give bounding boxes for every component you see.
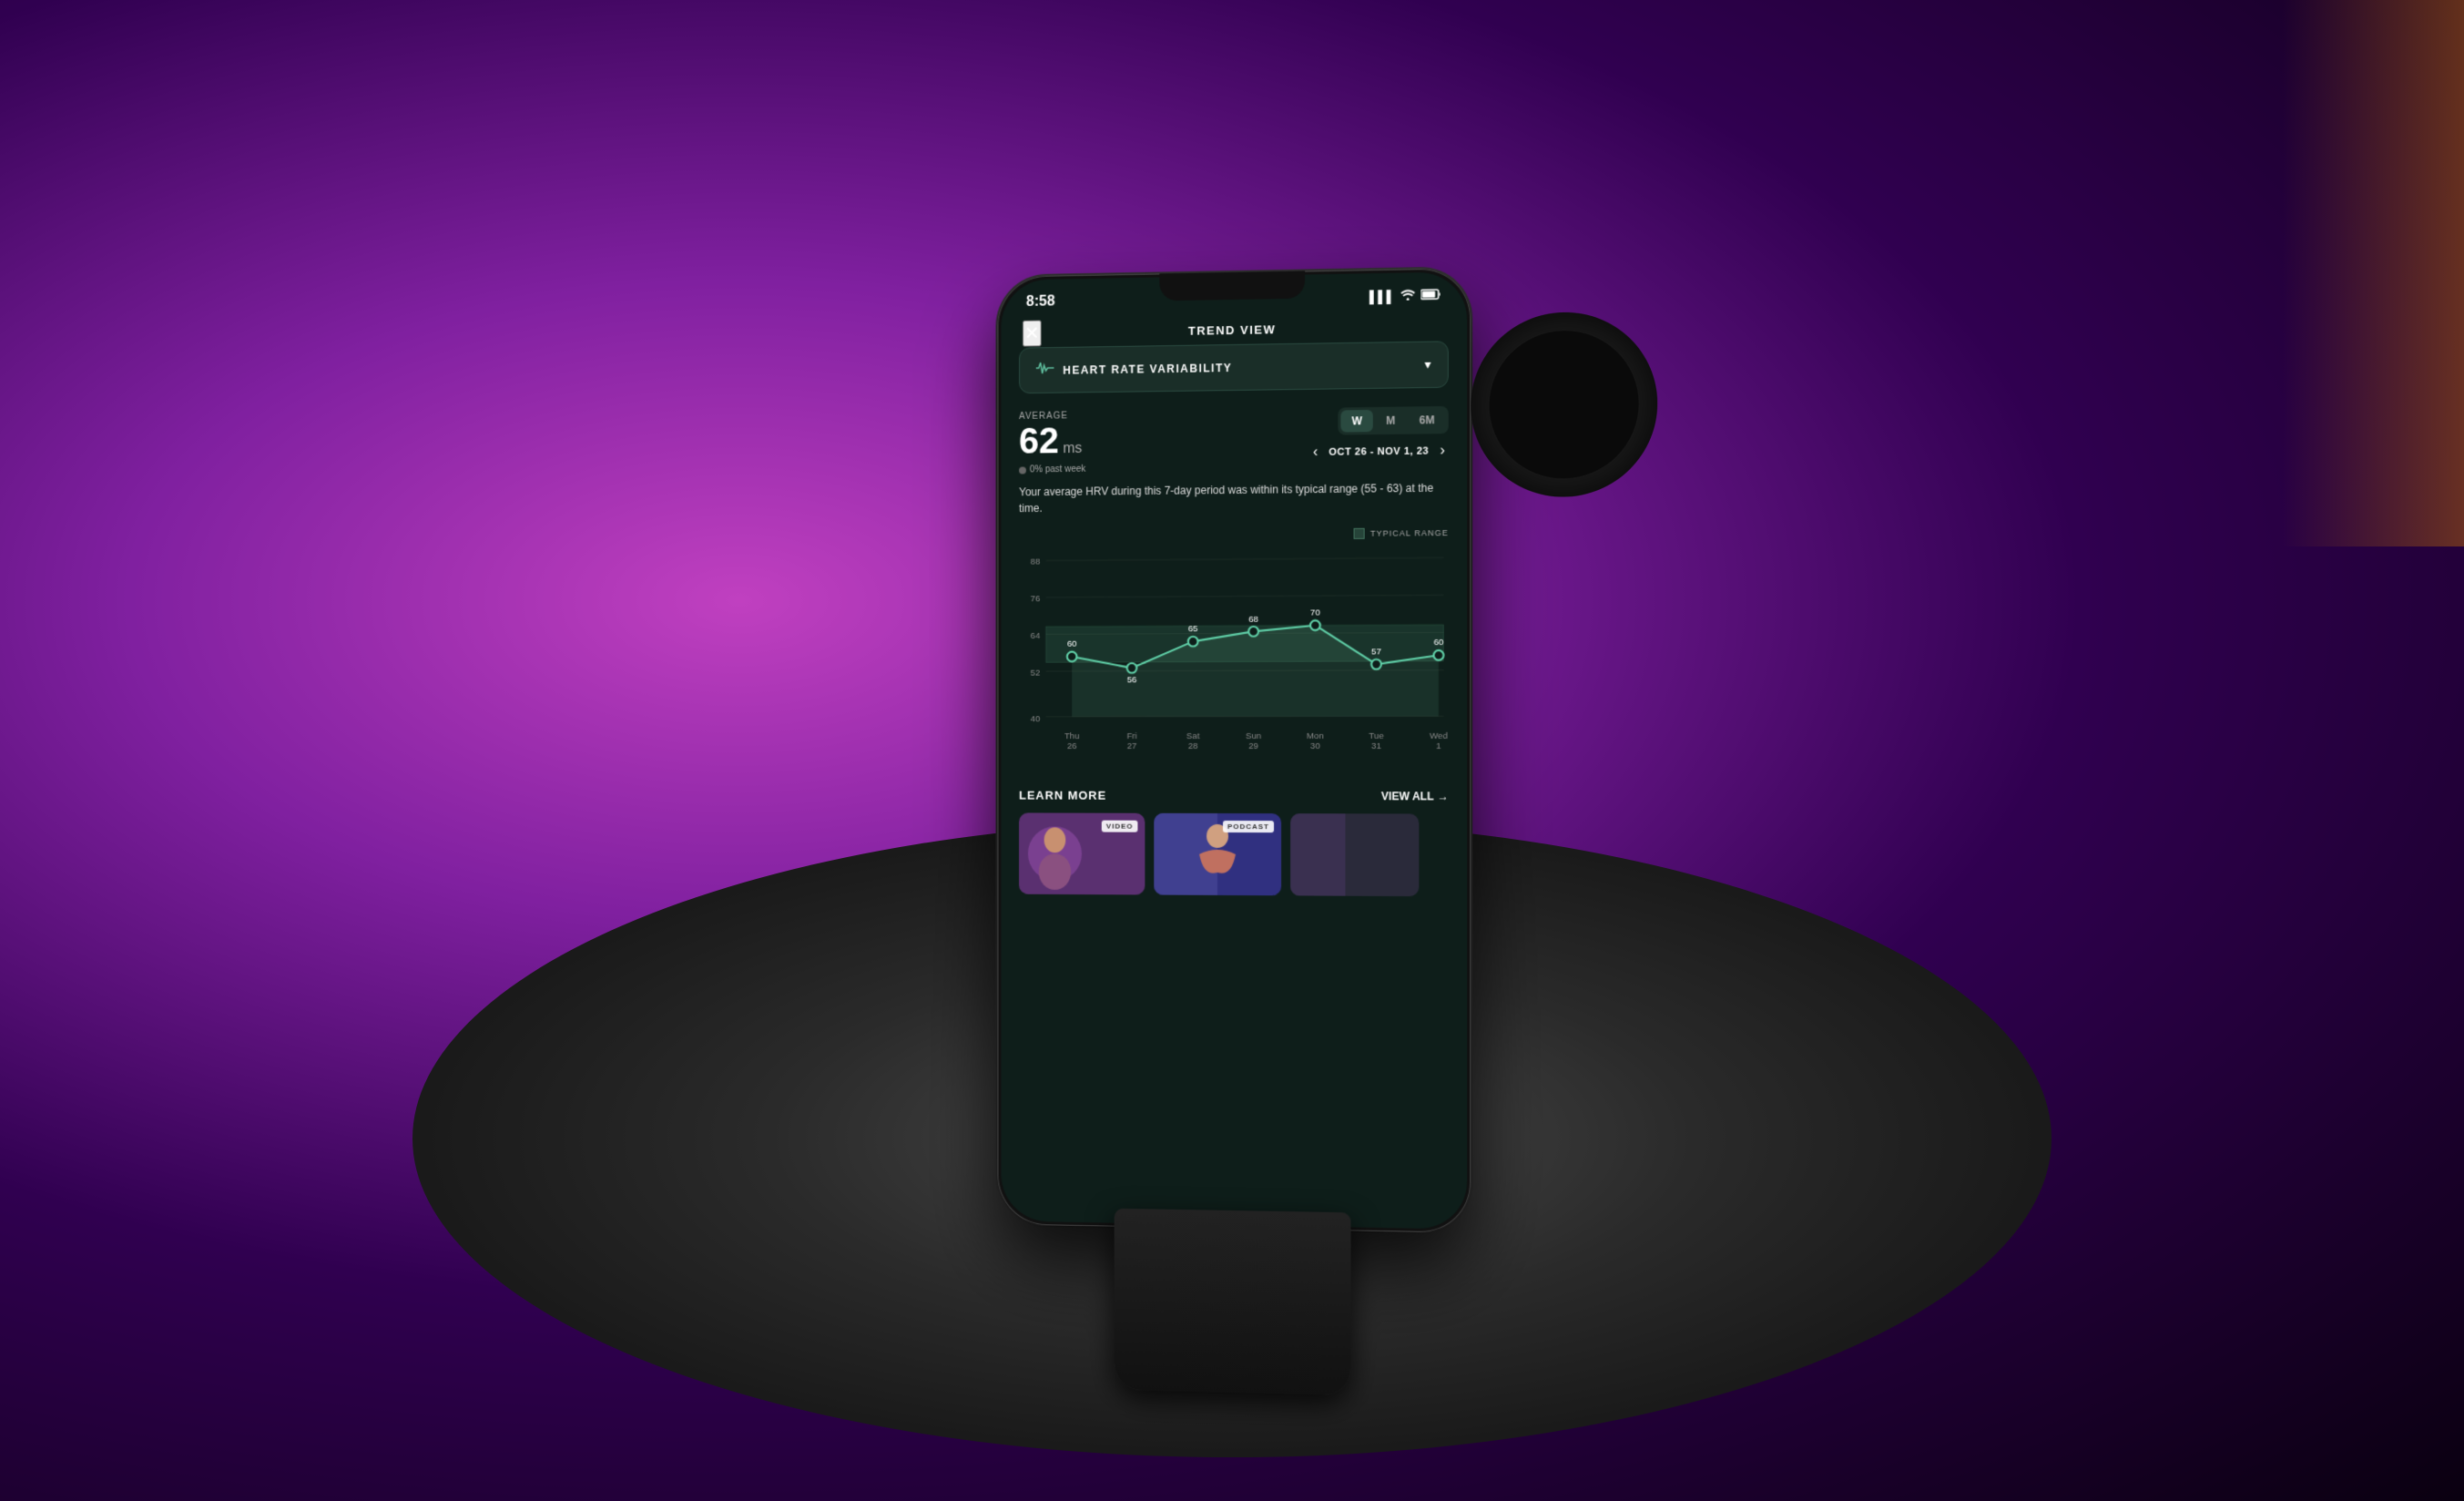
podcast-badge: PODCAST xyxy=(1223,821,1274,832)
period-tabs: W M 6M xyxy=(1338,406,1448,435)
svg-text:Sat: Sat xyxy=(1186,731,1200,741)
svg-text:29: 29 xyxy=(1248,741,1258,751)
average-value-row: 62 ms xyxy=(1019,423,1085,460)
signal-icon: ▌▌▌ xyxy=(1369,289,1395,303)
media-card-video[interactable]: VIDEO xyxy=(1019,812,1145,894)
svg-text:1: 1 xyxy=(1436,741,1441,751)
date-nav: ‹ OCT 26 - NOV 1, 23 › xyxy=(1309,441,1449,463)
svg-text:28: 28 xyxy=(1188,741,1198,751)
phone-frame: 8:58 ▌▌▌ xyxy=(997,268,1471,1233)
phone-screen: 8:58 ▌▌▌ xyxy=(1001,271,1467,1229)
media-card-podcast[interactable]: PODCAST xyxy=(1154,813,1281,896)
media-card-third[interactable] xyxy=(1290,813,1419,896)
tab-month[interactable]: M xyxy=(1375,410,1406,433)
watch-holder-inner xyxy=(1490,330,1639,479)
battery-icon xyxy=(1420,288,1441,302)
svg-text:Thu: Thu xyxy=(1064,732,1079,742)
svg-text:88: 88 xyxy=(1031,557,1041,567)
view-all-arrow-icon: → xyxy=(1438,790,1449,802)
wifi-icon xyxy=(1400,289,1415,302)
svg-text:Sun: Sun xyxy=(1246,731,1261,741)
svg-text:68: 68 xyxy=(1248,615,1258,625)
svg-text:30: 30 xyxy=(1310,741,1320,751)
svg-text:52: 52 xyxy=(1031,668,1041,678)
tab-6month[interactable]: 6M xyxy=(1409,409,1446,432)
app-content[interactable]: HEART RATE VARIABILITY ▾ AVERAGE 62 ms xyxy=(1001,341,1467,1211)
average-value: 62 xyxy=(1019,421,1059,461)
books-decoration xyxy=(2282,0,2464,546)
hrv-chevron-icon: ▾ xyxy=(1424,357,1431,373)
svg-text:27: 27 xyxy=(1127,741,1137,751)
stats-row: AVERAGE 62 ms 0% past week W xyxy=(1019,406,1449,475)
svg-text:26: 26 xyxy=(1067,741,1077,751)
svg-text:64: 64 xyxy=(1031,631,1041,641)
chart-svg: 88 76 64 52 40 xyxy=(1019,544,1449,765)
change-badge: 0% past week xyxy=(1019,465,1085,475)
media-cards[interactable]: VIDEO PODCAST xyxy=(1019,812,1449,905)
status-icons: ▌▌▌ xyxy=(1369,288,1441,302)
hrv-icon xyxy=(1036,361,1054,380)
charging-dock xyxy=(1115,1209,1351,1395)
svg-text:40: 40 xyxy=(1031,714,1041,724)
svg-text:60: 60 xyxy=(1433,638,1443,648)
hrv-description: Your average HRV during this 7-day perio… xyxy=(1019,480,1449,517)
learn-more-header: LEARN MORE VIEW ALL → xyxy=(1019,774,1449,814)
svg-text:31: 31 xyxy=(1371,741,1381,751)
svg-text:Fri: Fri xyxy=(1126,731,1136,741)
svg-text:Mon: Mon xyxy=(1307,731,1324,741)
status-time: 8:58 xyxy=(1026,293,1055,310)
next-date-button[interactable]: › xyxy=(1436,441,1449,461)
change-dot xyxy=(1019,466,1026,474)
learn-more-title: LEARN MORE xyxy=(1019,789,1106,802)
view-all-button[interactable]: VIEW ALL → xyxy=(1381,790,1449,802)
prev-date-button[interactable]: ‹ xyxy=(1309,443,1321,463)
svg-text:60: 60 xyxy=(1067,639,1077,649)
svg-text:57: 57 xyxy=(1371,647,1381,657)
hrv-selector[interactable]: HEART RATE VARIABILITY ▾ xyxy=(1019,341,1449,393)
average-unit: ms xyxy=(1063,441,1082,456)
page-title: TREND VIEW xyxy=(1188,322,1277,338)
chart-container: TYPICAL RANGE 88 76 64 52 40 xyxy=(1019,527,1449,765)
average-label: AVERAGE xyxy=(1019,411,1085,422)
chart-legend: TYPICAL RANGE xyxy=(1019,527,1449,542)
video-badge: VIDEO xyxy=(1102,821,1138,832)
close-button[interactable]: ✕ xyxy=(1023,320,1041,346)
svg-text:Wed: Wed xyxy=(1430,731,1448,741)
tab-week[interactable]: W xyxy=(1340,410,1373,433)
svg-text:76: 76 xyxy=(1031,594,1041,604)
period-section: W M 6M ‹ OCT 26 - NOV 1, 23 › xyxy=(1309,406,1449,463)
hrv-selector-left: HEART RATE VARIABILITY xyxy=(1036,358,1232,380)
svg-text:56: 56 xyxy=(1127,675,1137,685)
date-range: OCT 26 - NOV 1, 23 xyxy=(1329,445,1429,457)
phone-frame-wrapper: 8:58 ▌▌▌ xyxy=(997,268,1471,1233)
legend-typical-range-box xyxy=(1354,528,1365,539)
svg-text:Tue: Tue xyxy=(1369,731,1383,741)
average-section: AVERAGE 62 ms 0% past week xyxy=(1019,411,1085,475)
phone-notch xyxy=(1159,271,1305,301)
svg-text:65: 65 xyxy=(1188,625,1198,635)
svg-text:70: 70 xyxy=(1310,608,1320,618)
hrv-label: HEART RATE VARIABILITY xyxy=(1063,361,1232,376)
change-text: 0% past week xyxy=(1030,465,1085,475)
view-all-label: VIEW ALL xyxy=(1381,790,1434,802)
legend-typical-range-label: TYPICAL RANGE xyxy=(1370,528,1449,538)
